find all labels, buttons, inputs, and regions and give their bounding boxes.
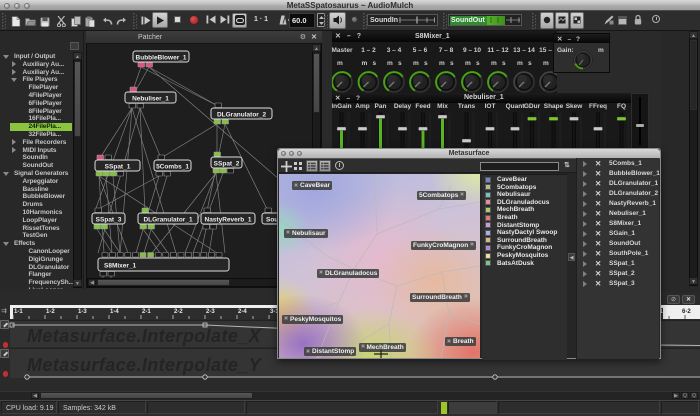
svg-text:5Combs_1: 5Combs_1	[156, 164, 189, 171]
svg-text:SSpat_1: SSpat_1	[105, 164, 131, 171]
svg-text:Nebuliser_1: Nebuliser_1	[132, 96, 169, 103]
svg-text:DLGranulator_1: DLGranulator_1	[143, 217, 193, 224]
svg-text:NastyReverb_1: NastyReverb_1	[205, 217, 252, 224]
svg-text:SSpat_3: SSpat_3	[96, 217, 122, 224]
svg-text:S8Mixer_1: S8Mixer_1	[104, 263, 137, 270]
svg-text:DLGranulator_2: DLGranulator_2	[217, 112, 267, 119]
svg-text:SSpat_2: SSpat_2	[214, 161, 240, 168]
svg-text:BubbleBlower_1: BubbleBlower_1	[136, 55, 187, 62]
